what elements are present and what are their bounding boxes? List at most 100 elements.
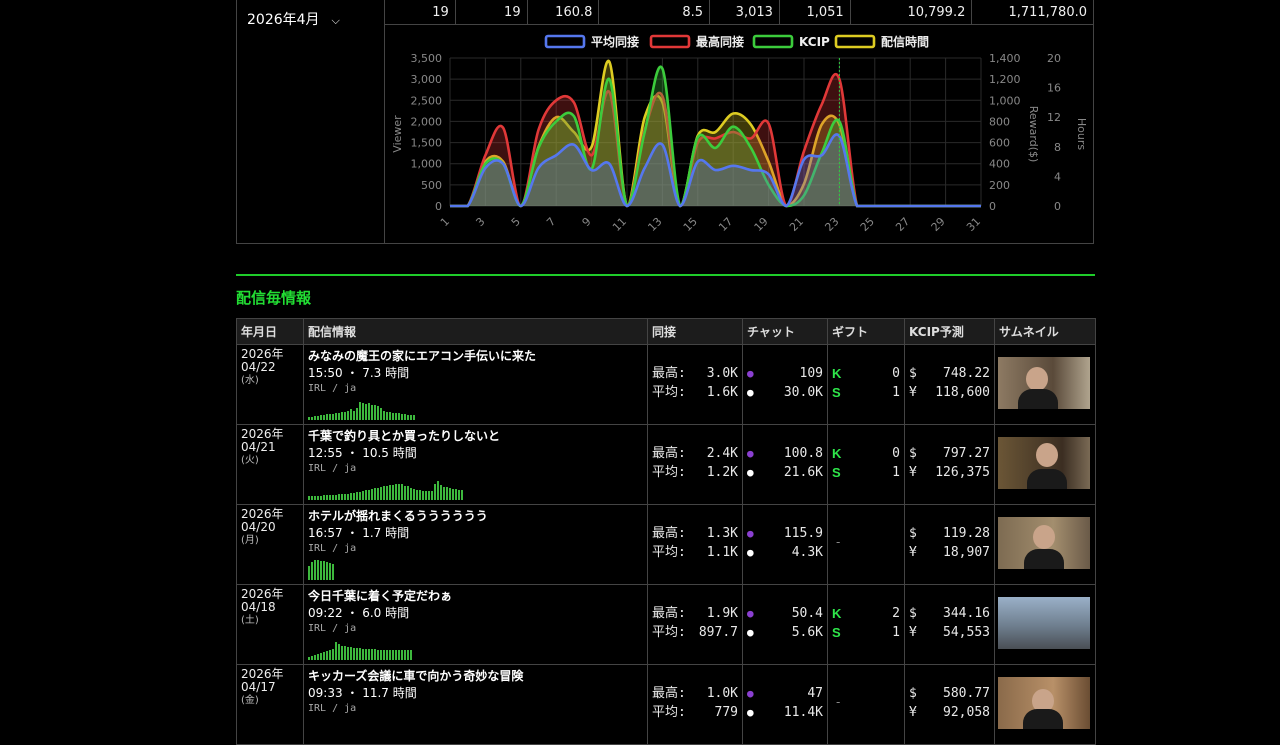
stream-time: 12:55 ・ 10.5 時間 [308,446,417,460]
sparkline-bar [326,414,328,420]
sparkline-bar [323,495,325,500]
y3-tick-label: 16 [1047,82,1061,95]
sparkline-bar [359,402,361,420]
table-row[interactable]: 2026年 04/18 (土) 今日千葉に着く予定だわぁ 09:22 ・ 6.0… [236,584,1096,665]
stream-title-link[interactable]: ホテルが揺れまくるうううううう [308,508,643,524]
section-divider [236,274,1095,276]
gift-k-count: 0 [892,446,900,461]
sparkline-bar [314,496,316,500]
sparkline-bar [314,416,316,420]
grape-icon: ● [747,367,754,380]
sparkline-bar [392,650,394,660]
legend-label: 平均同接 [591,34,639,49]
thumbnail-image[interactable] [998,517,1090,569]
thumbnail-image[interactable] [998,437,1090,489]
usd-label: $ [909,686,917,701]
sparkline-bar [368,403,370,420]
table-header-row: 年月日 配信情報 同接 チャット ギフト KCIP予測 サムネイル [236,318,1096,345]
thumbnail-image[interactable] [998,597,1090,649]
sparkline-bar [395,484,397,500]
summary-stat: 10,799.2 [851,0,973,24]
sparkline-bar [353,411,355,420]
thumbnail-image[interactable] [998,357,1090,409]
header-thumbnail[interactable]: サムネイル [994,318,1096,345]
kcip-jpy: 92,058 [943,705,990,720]
y-tick-label: 3,000 [411,73,443,86]
avg-viewers: 779 [714,705,738,720]
sparkline-bar [329,563,331,580]
chat-rate: 50.4 [791,606,823,621]
avg-label: 平均: [652,705,686,720]
stream-title-link[interactable]: 千葉で釣り具とか買ったりしないと [308,428,643,444]
header-kcip[interactable]: KCIP予測 [904,318,995,345]
header-date[interactable]: 年月日 [236,318,304,345]
sparkline-bar [413,489,415,500]
sparkline-bar [323,561,325,580]
sparkline-bar [356,408,358,420]
sparkline-bar [389,650,391,660]
header-gift[interactable]: ギフト [827,318,905,345]
y-tick-label: 0 [435,200,442,213]
kick-icon: K [832,366,842,381]
table-row[interactable]: 2026年 04/17 (金) キッカーズ会議に車で向かう奇妙な冒険 09:33… [236,664,1096,745]
gift-s-count: 1 [892,465,900,480]
stream-info-cell: みなみの魔王の家にエアコン手伝いに来た 15:50 ・ 7.3 時間 IRL /… [304,345,647,423]
header-chat[interactable]: チャット [742,318,828,345]
sparkline-bar [392,485,394,500]
gift-cell: K 2 S 1 [828,585,904,642]
y2-tick-label: 600 [989,137,1010,150]
y-axis-title: Viewer [391,115,404,153]
chat-cell: ● 47 ● 11.4K [743,665,827,722]
avg-viewers: 1.2K [706,465,738,480]
x-tick-label: 29 [929,215,948,234]
chat-total: 21.6K [783,465,823,480]
x-tick-label: 21 [787,215,806,234]
sparkline-bar [443,487,445,500]
x-tick-label: 19 [752,215,771,234]
avg-viewers: 897.7 [698,625,738,640]
row-weekday: (水) [241,375,259,386]
sparkline-bar [347,647,349,660]
table-row[interactable]: 2026年 04/21 (火) 千葉で釣り具とか買ったりしないと 12:55 ・… [236,424,1096,505]
stream-time: 15:50 ・ 7.3 時間 [308,366,410,380]
viewer-sparkline [308,638,643,660]
sparkline-bar [311,417,313,420]
sparkline-bar [404,650,406,660]
row-weekday: (土) [241,615,259,626]
chat-bubble-icon: ● [747,626,754,639]
sparkline-bar [350,647,352,660]
x-tick-label: 7 [544,215,558,229]
x-tick-label: 23 [822,215,841,234]
avg-viewers: 1.6K [706,385,738,400]
sparkline-bar [341,646,343,660]
y3-tick-label: 8 [1054,141,1061,154]
stream-title-link[interactable]: キッカーズ会議に車で向かう奇妙な冒険 [308,668,643,684]
avg-viewers: 1.1K [706,545,738,560]
sparkline-bar [410,650,412,660]
header-stream-info[interactable]: 配信情報 [303,318,648,345]
gift-cell: K 0 S 1 [828,345,904,402]
sparkline-bar [308,417,310,420]
thumbnail-image[interactable] [998,677,1090,729]
table-row[interactable]: 2026年 04/22 (水) みなみの魔王の家にエアコン手伝いに来た 15:5… [236,344,1096,425]
viewer-cell: 最高: 1.0K 平均: 779 [648,665,742,722]
sparkline-bar [347,411,349,420]
y3-tick-label: 20 [1047,52,1061,65]
legend-swatch [649,34,691,49]
grape-icon: ● [747,607,754,620]
row-month-day: 04/22 [241,360,276,374]
sparkline-bar [332,649,334,660]
gift-s-count: 1 [892,625,900,640]
month-select[interactable]: 2026年4月 ⌵ [247,9,340,29]
stream-title-link[interactable]: 今日千葉に着く予定だわぁ [308,588,643,604]
summary-stat: 19 [384,0,456,24]
stream-title-link[interactable]: みなみの魔王の家にエアコン手伝いに来た [308,348,643,364]
header-viewers[interactable]: 同接 [647,318,743,345]
y-tick-label: 500 [421,179,442,192]
legend-swatch [834,34,876,49]
table-row[interactable]: 2026年 04/20 (月) ホテルが揺れまくるうううううう 16:57 ・ … [236,504,1096,585]
summary-stat: 3,013 [710,0,780,24]
sparkline-bar [416,490,418,500]
summary-stat: 1,051 [780,0,851,24]
sparkline-bar [320,653,322,660]
